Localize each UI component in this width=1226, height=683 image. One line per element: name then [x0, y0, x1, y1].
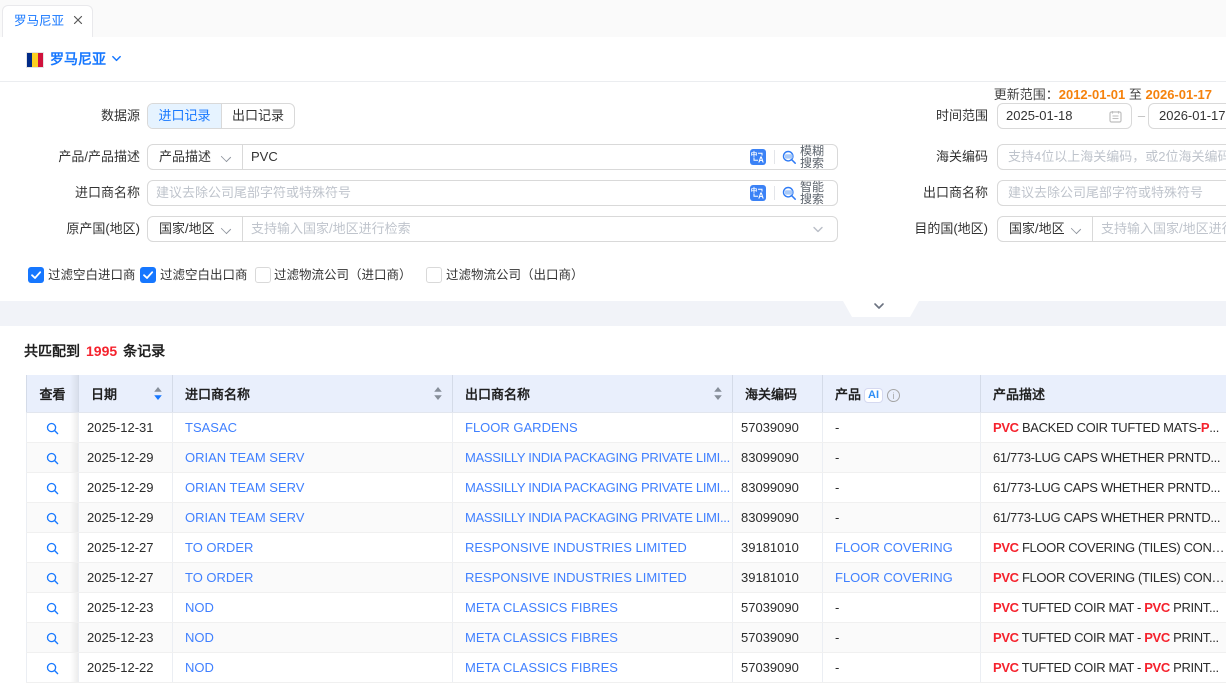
svg-text:A: A: [758, 156, 764, 165]
svg-text:中: 中: [751, 150, 758, 159]
svg-text:A: A: [758, 192, 764, 201]
svg-text:中: 中: [751, 186, 758, 195]
